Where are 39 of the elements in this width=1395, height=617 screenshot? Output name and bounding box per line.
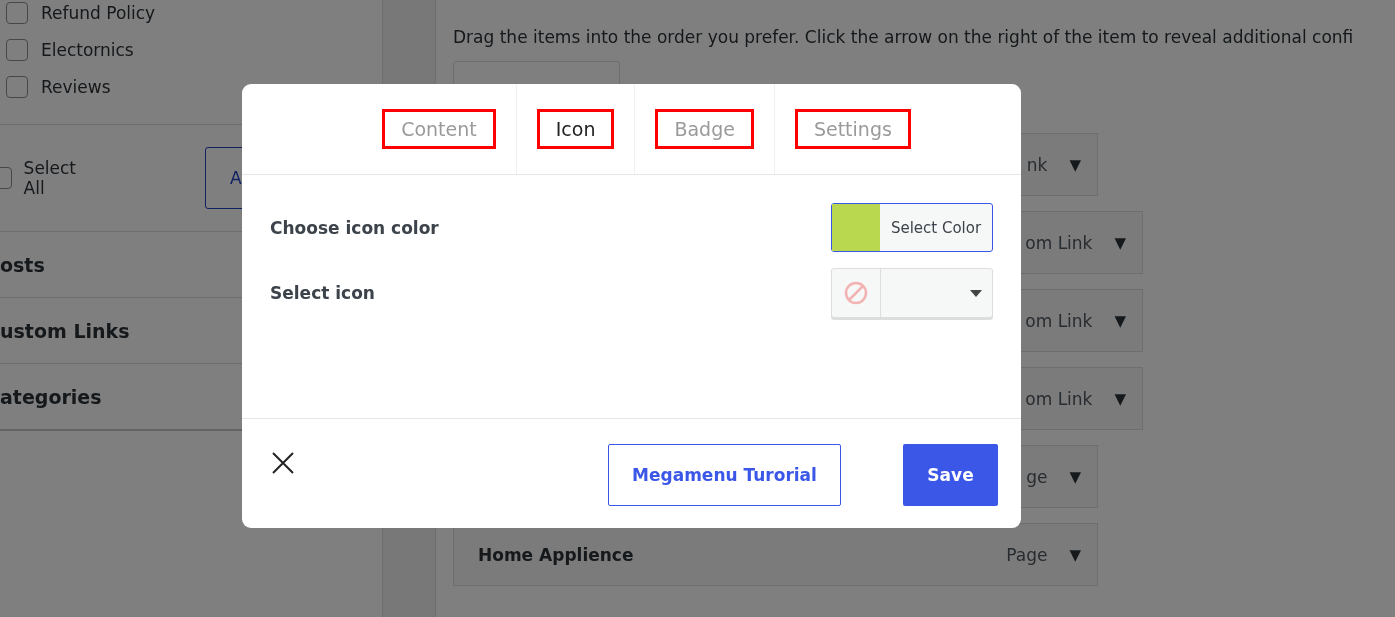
save-button[interactable]: Save <box>903 444 998 506</box>
dropdown-arrow[interactable]: ▼ <box>1069 155 1081 174</box>
checkbox[interactable] <box>6 38 28 61</box>
color-picker-button[interactable]: Select Color <box>831 203 993 252</box>
menu-item-type: ge <box>1026 466 1048 487</box>
field-label: Choose icon color <box>270 217 439 238</box>
close-button[interactable] <box>272 452 294 474</box>
menu-item-type: om Link <box>1025 388 1093 409</box>
menu-item[interactable]: Home Applience Page ▼ <box>453 523 1098 586</box>
section-title[interactable]: ustom Links <box>0 319 130 342</box>
icon-select-dropdown[interactable] <box>831 268 993 318</box>
dropdown-arrow[interactable]: ▼ <box>1114 311 1126 330</box>
menu-item-type: om Link <box>1025 310 1093 331</box>
checkbox[interactable] <box>6 75 28 98</box>
checkbox-label: Electornics <box>41 39 134 60</box>
tab[interactable]: Icon <box>536 109 615 149</box>
dropdown-arrow[interactable]: ▼ <box>1069 467 1081 486</box>
caret-icon <box>970 289 982 297</box>
checkbox-label: Select All <box>23 158 78 198</box>
dropdown-arrow[interactable]: ▼ <box>1114 389 1126 408</box>
tab[interactable]: Content <box>382 109 496 149</box>
checkbox-label: Reviews <box>41 76 111 97</box>
checkbox[interactable] <box>6 1 28 24</box>
checkbox-label: Refund Policy <box>41 2 156 23</box>
instructions-text: Drag the items into the order you prefer. Click the arrow on the right of the item to reveal additional confi <box>453 27 1355 47</box>
dropdown-arrow[interactable]: ▼ <box>1114 233 1126 252</box>
tutorial-button[interactable]: Megamenu Turorial <box>608 444 841 506</box>
dropdown-arrow[interactable]: ▼ <box>1069 545 1081 564</box>
section-title[interactable]: osts <box>0 253 45 276</box>
menu-item-type: om Link <box>1025 232 1093 253</box>
no-icon-icon <box>843 280 869 306</box>
menu-item-title: Home Applience <box>478 544 634 565</box>
field-label: Select icon <box>270 283 375 303</box>
menu-item-type: Page <box>1006 544 1048 565</box>
menu-item-type: nk <box>1026 154 1048 175</box>
tab[interactable]: Settings <box>794 109 911 149</box>
close-icon <box>272 452 294 474</box>
section-title[interactable]: ategories <box>0 385 102 408</box>
tab[interactable]: Badge <box>655 109 754 149</box>
